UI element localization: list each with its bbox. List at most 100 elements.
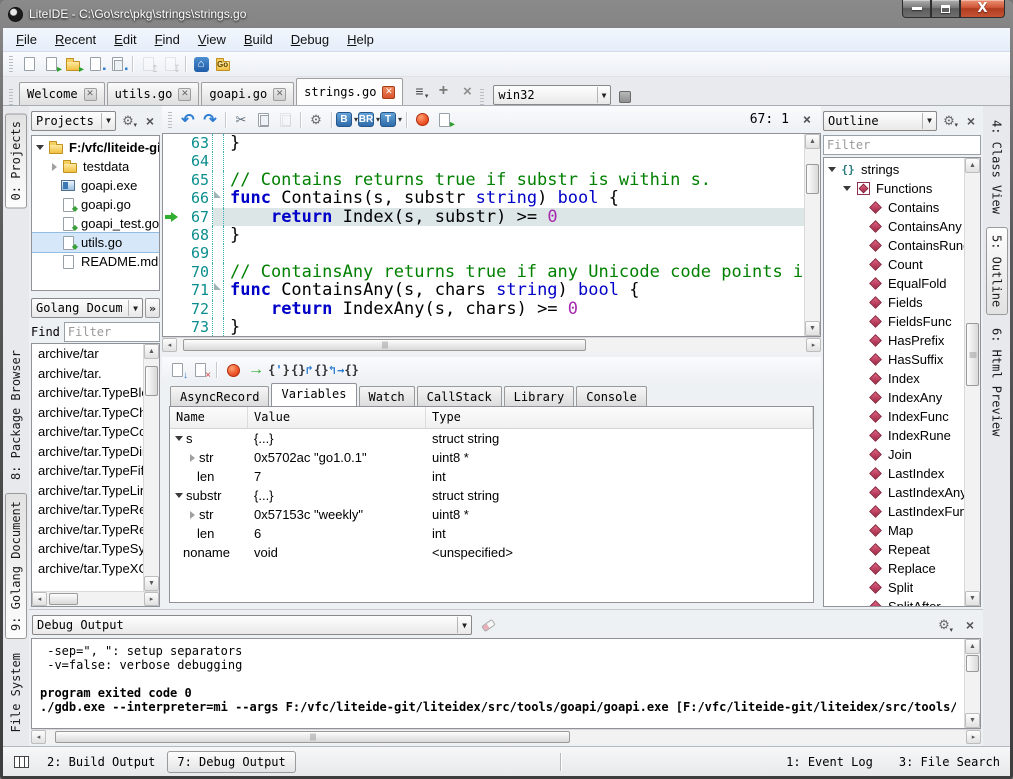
scroll-up-icon[interactable]: ▲ [144, 344, 159, 359]
code-line[interactable]: 64 [163, 152, 804, 170]
editor-hscrollbar[interactable]: ◂ ▸ [162, 337, 821, 352]
tab-close-icon[interactable]: ✕ [273, 88, 286, 101]
doc-list-vscrollbar[interactable]: ▲ ▼ [143, 344, 159, 591]
code-line[interactable]: 66func Contains(s, substr string) bool { [163, 189, 804, 207]
doc-index-item[interactable]: archive/tar. [38, 366, 143, 386]
tree-item-fieldsfunc[interactable]: FieldsFunc [824, 312, 964, 331]
paste-button[interactable] [274, 110, 296, 129]
tab-add-button[interactable]: + [432, 82, 454, 101]
tree-item-fields[interactable]: Fields [824, 293, 964, 312]
copy-button[interactable] [252, 110, 274, 129]
expander-closed-icon[interactable] [52, 163, 57, 171]
tree-item-containsrune[interactable]: ContainsRune [824, 236, 964, 255]
tab-strings-go[interactable]: strings.go✕ [296, 78, 403, 105]
expander-closed-icon[interactable] [190, 511, 195, 519]
variable-row[interactable]: len6int [170, 524, 813, 543]
menu-view[interactable]: View [189, 29, 235, 50]
side-tab-9-golang-document[interactable]: 9: Golang Document [5, 493, 27, 639]
step-out-button[interactable]: {}↰ [314, 361, 336, 380]
panel-close-button[interactable]: × [960, 617, 980, 634]
tab-welcome[interactable]: Welcome✕ [19, 82, 105, 105]
variable-row[interactable]: str0x5702ac "go1.0.1"uint8 * [170, 448, 813, 467]
outline-vscrollbar[interactable]: ▲ ▼ [964, 158, 980, 606]
menu-build[interactable]: Build [235, 29, 282, 50]
code-line[interactable]: 70// ContainsAny returns true if any Uni… [163, 263, 804, 281]
build-target-select[interactable]: win32 ▼ [493, 85, 611, 105]
clear-output-button[interactable] [478, 617, 498, 634]
output-hscrollbar[interactable]: ◂ ▸ [31, 729, 981, 744]
outline-filter-input[interactable] [823, 135, 981, 155]
doc-list-hscrollbar[interactable]: ◂ ▸ [32, 591, 159, 606]
code-line[interactable]: 63} [163, 134, 804, 152]
doc-index-item[interactable]: archive/tar.TypeRegA [38, 522, 143, 542]
scroll-down-icon[interactable]: ▼ [805, 321, 820, 336]
scroll-down-icon[interactable]: ▼ [965, 713, 980, 728]
variable-row[interactable]: str0x57153c "weekly"uint8 * [170, 505, 813, 524]
panel-close-button[interactable]: × [140, 112, 160, 129]
variable-row[interactable]: len7int [170, 467, 813, 486]
status-7-debug-output[interactable]: 7: Debug Output [167, 751, 295, 773]
doc-index-item[interactable]: archive/tar.TypeChar [38, 405, 143, 425]
variable-row[interactable]: s{...}struct string [170, 429, 813, 448]
output-vscrollbar[interactable]: ▲ ▼ [964, 639, 980, 728]
tree-item-lastindex[interactable]: LastIndex [824, 464, 964, 483]
tree-item-replace[interactable]: Replace [824, 559, 964, 578]
side-tab-8-package-browser[interactable]: 8: Package Browser [6, 343, 26, 487]
side-tab-file-system[interactable]: File System [6, 646, 26, 739]
scroll-right-icon[interactable]: ▸ [966, 730, 981, 744]
tab-close-button[interactable]: × [456, 82, 478, 101]
tree-item-indexany[interactable]: IndexAny [824, 388, 964, 407]
home-button[interactable]: ⌂ [190, 55, 212, 74]
expander-open-icon[interactable] [36, 145, 44, 150]
tree-item-functions[interactable]: Functions [824, 179, 964, 198]
editor-close-button[interactable]: × [797, 111, 817, 128]
menu-file[interactable]: File [7, 29, 46, 50]
status-3-file-search[interactable]: 3: File Search [897, 753, 1002, 771]
panel-settings-button[interactable]: ⚙▾ [934, 617, 954, 634]
tree-item-f-vfc-liteide-git[interactable]: F:/vfc/liteide-git [32, 138, 159, 157]
tab-list-button[interactable]: ≡▾ [408, 82, 430, 101]
target-options-button[interactable] [615, 88, 635, 105]
continue-button[interactable]: → [245, 361, 267, 380]
stop-button[interactable] [222, 361, 244, 380]
expander-open-icon[interactable] [843, 186, 851, 191]
run-file-button[interactable]: ▸ [433, 110, 455, 129]
scroll-right-icon[interactable]: ▸ [144, 592, 159, 606]
column-header-name[interactable]: Name [170, 407, 248, 428]
tree-item-indexrune[interactable]: IndexRune [824, 426, 964, 445]
column-header-value[interactable]: Value [248, 407, 426, 428]
save-file-button[interactable]: ▪ [84, 55, 106, 74]
open-folder-button[interactable]: ▸ [62, 55, 84, 74]
save-all-button[interactable]: ▪ [106, 55, 128, 74]
projects-view-select[interactable]: Projects ▼ [31, 111, 116, 131]
fold-column[interactable] [213, 281, 224, 299]
go-env-button[interactable]: Go [212, 55, 234, 74]
tree-item-goapi-test-go[interactable]: ◆goapi_test.go [32, 214, 159, 233]
column-header-type[interactable]: Type [426, 407, 813, 428]
more-button[interactable]: » [145, 298, 160, 318]
debug-tab-callstack[interactable]: CallStack [417, 386, 502, 406]
tree-item-index[interactable]: Index [824, 369, 964, 388]
tree-item-testdata[interactable]: testdata [32, 157, 159, 176]
scroll-up-icon[interactable]: ▲ [965, 158, 980, 173]
menu-find[interactable]: Find [146, 29, 189, 50]
scroll-up-icon[interactable]: ▲ [805, 134, 820, 149]
code-line[interactable]: 67 return Index(s, substr) >= 0 [163, 208, 804, 226]
tab-close-icon[interactable]: ✕ [178, 88, 191, 101]
tab-close-icon[interactable]: ✕ [382, 86, 395, 99]
doc-index-item[interactable]: archive/tar.TypeLink [38, 483, 143, 503]
panel-settings-button[interactable]: ⚙▾ [939, 112, 959, 129]
debug-tab-variables[interactable]: Variables [271, 383, 356, 406]
debug-tab-watch[interactable]: Watch [359, 386, 415, 406]
doc-index-item[interactable]: archive/tar [38, 346, 143, 366]
tree-item-count[interactable]: Count [824, 255, 964, 274]
doc-index-item[interactable]: archive/tar.TypeBlock [38, 385, 143, 405]
status-2-build-output[interactable]: 2: Build Output [45, 753, 157, 771]
side-tab-4-class-view[interactable]: 4: Class View [987, 113, 1007, 221]
tree-item-containsany[interactable]: ContainsAny [824, 217, 964, 236]
tab-utils-go[interactable]: utils.go✕ [107, 82, 200, 105]
code-line[interactable]: 65// Contains returns true if substr is … [163, 171, 804, 189]
new-file-button[interactable] [18, 55, 40, 74]
tree-item-lastindexfunc[interactable]: LastIndexFunc [824, 502, 964, 521]
doc-filter-input[interactable] [64, 322, 160, 342]
